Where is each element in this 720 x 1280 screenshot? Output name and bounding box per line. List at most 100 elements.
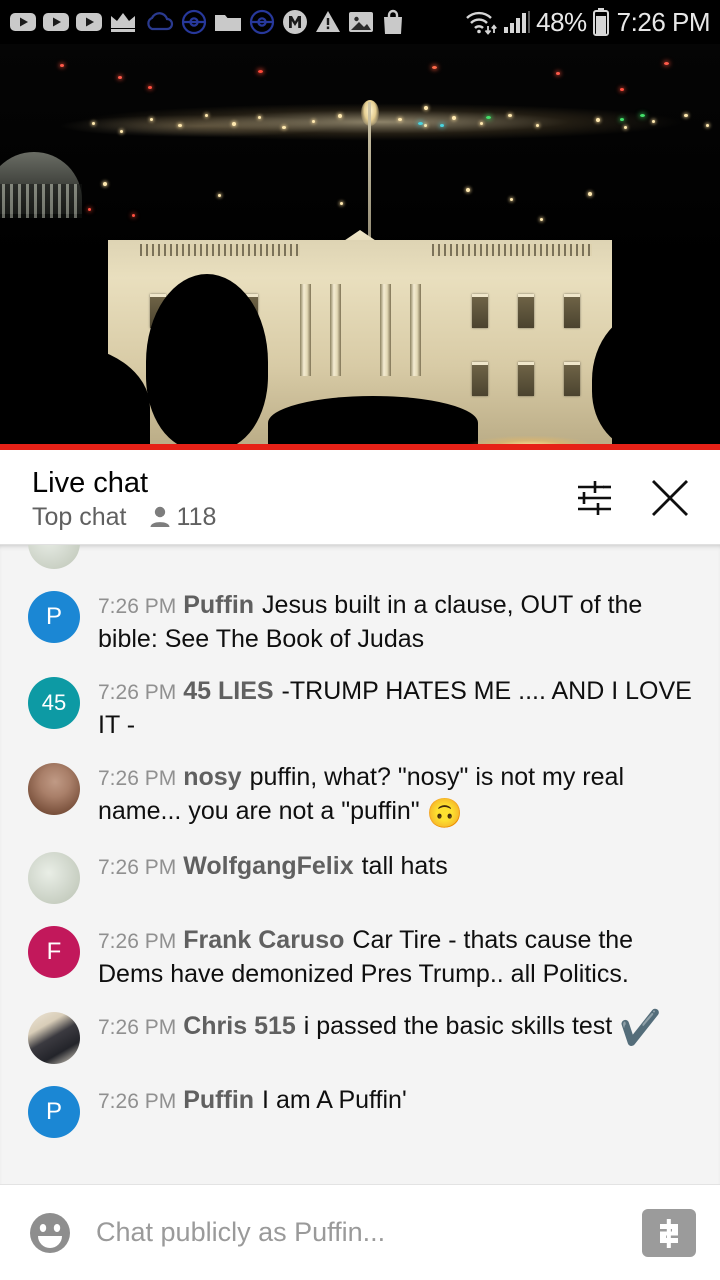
message-text: tall hats: [361, 852, 448, 880]
status-bar: 48% 7:26 PM: [0, 0, 720, 44]
message-body: 7:26 PM WolfgangFelix tall hats: [98, 850, 702, 884]
youtube-icon-2: [43, 13, 69, 31]
avatar[interactable]: 45: [28, 677, 80, 729]
avatar[interactable]: [28, 1012, 80, 1064]
message-author[interactable]: Puffin: [183, 1086, 254, 1114]
battery-icon: [592, 8, 609, 36]
image-icon: [349, 12, 373, 32]
message-body: 7:26 PM Frank Caruso Car Tire - thats caus…: [98, 924, 702, 990]
warning-icon: [316, 11, 340, 32]
message-timestamp: 7:26 PM: [98, 930, 177, 953]
close-icon: [652, 480, 688, 516]
wifi-icon: [466, 11, 498, 35]
avatar[interactable]: P: [28, 591, 80, 643]
list-item[interactable]: P 7:26 PM Puffin Jesus built in a clause, …: [0, 579, 720, 665]
message-author[interactable]: 45 LIES: [183, 677, 273, 705]
status-bar-clock: 7:26 PM: [616, 6, 711, 37]
message-text: I am A Puffin': [262, 1086, 407, 1114]
tree-right: [592, 310, 710, 450]
list-item[interactable]: 7:26 PM Chris 515 i passed the basic skill…: [0, 1000, 720, 1074]
facade-window: [564, 294, 580, 328]
list-item[interactable]: 7:26 PM nosy puffin, what? "nosy" is not m…: [0, 751, 720, 840]
balustrade-left: [140, 244, 300, 256]
portico-column: [380, 284, 391, 376]
list-item[interactable]: [0, 545, 720, 579]
shopping-bag-icon: [384, 9, 402, 34]
live-chat-subline: Top chat 118: [32, 502, 216, 532]
avatar[interactable]: [28, 852, 80, 904]
emoji-smiley-icon: [30, 1212, 70, 1253]
chat-settings-button[interactable]: [570, 474, 618, 522]
avatar[interactable]: F: [28, 926, 80, 978]
pokeball-icon-2: [249, 9, 275, 35]
facade-window: [472, 294, 488, 328]
video-player[interactable]: [0, 44, 720, 450]
viewer-count-label: 118: [176, 502, 217, 531]
portico-column: [410, 284, 421, 376]
person-icon: [150, 506, 170, 527]
message-timestamp: 7:26 PM: [98, 681, 177, 704]
youtube-live-chat-screen: 48% 7:26 PM Live chat Top chat 118 P 7:2…: [0, 0, 720, 1280]
youtube-icon-1: [10, 13, 36, 31]
list-item[interactable]: P 7:26 PM Puffin I am A Puffin': [0, 1074, 720, 1148]
facade-window: [518, 362, 534, 396]
close-chat-button[interactable]: [646, 474, 694, 522]
super-chat-dollar-icon: [660, 1218, 678, 1248]
portico-column: [330, 284, 341, 376]
flagpole: [368, 102, 371, 252]
facade-window: [518, 294, 534, 328]
message-author[interactable]: Frank Caruso: [183, 926, 344, 954]
crown-icon: [111, 13, 135, 32]
video-progress-bar[interactable]: [0, 444, 720, 450]
super-chat-button[interactable]: [642, 1208, 696, 1257]
pokeball-icon-1: [181, 9, 207, 35]
message-timestamp: 7:26 PM: [98, 595, 177, 618]
cloud-icon: [147, 12, 174, 31]
facade-window: [564, 362, 580, 396]
message-timestamp: 7:26 PM: [98, 767, 177, 790]
chat-mode-label[interactable]: Top chat: [32, 502, 127, 532]
message-timestamp: 7:26 PM: [98, 1090, 177, 1113]
avatar-initial: P: [45, 603, 62, 630]
message-author[interactable]: WolfgangFelix: [183, 852, 353, 880]
cellular-signal-icon: [504, 11, 531, 33]
live-chat-header-text: Live chat Top chat 118: [32, 462, 216, 532]
message-timestamp: 7:26 PM: [98, 1016, 177, 1039]
battery-percent-label: 48%: [536, 6, 587, 37]
message-body: 7:26 PM Puffin I am A Puffin': [98, 1084, 702, 1118]
avatar[interactable]: P: [28, 1086, 80, 1138]
list-item[interactable]: 7:26 PM WolfgangFelix tall hats: [0, 840, 720, 914]
youtube-icon-3: [76, 13, 102, 31]
folder-icon: [215, 15, 241, 31]
message-author[interactable]: Puffin: [183, 591, 254, 619]
message-body: 7:26 PM Puffin Jesus built in a clause, OU…: [98, 589, 702, 655]
video-frame-white-house-night: [0, 44, 720, 450]
message-timestamp: 7:26 PM: [98, 856, 177, 879]
page-title: Live chat: [32, 467, 149, 499]
emoji-picker-button[interactable]: [26, 1209, 74, 1257]
chat-input[interactable]: [96, 1217, 620, 1248]
viewer-count: 118: [149, 502, 217, 532]
chat-settings-sliders-icon: [578, 481, 611, 515]
balustrade-right: [432, 244, 592, 256]
message-text: Jesus built in a clause, OUT of the bibl…: [98, 591, 643, 653]
portico-column: [300, 284, 311, 376]
avatar[interactable]: [28, 763, 80, 815]
status-bar-system-icons: 48% 7:26 PM: [464, 6, 711, 38]
message-author[interactable]: nosy: [183, 763, 241, 791]
tree-left: [146, 274, 268, 450]
avatar[interactable]: [28, 545, 80, 569]
facade-window: [472, 362, 488, 396]
message-author[interactable]: Chris 515: [183, 1012, 296, 1040]
message-body: 7:26 PM Chris 515 i passed the basic skill…: [98, 1009, 662, 1047]
chat-composer: [0, 1184, 720, 1280]
upside-down-face-emoji: 🙃: [426, 798, 463, 830]
status-bar-notification-icons: [10, 9, 405, 35]
list-item[interactable]: F 7:26 PM Frank Caruso Car Tire - thats ca…: [0, 914, 720, 1000]
m-badge-icon: [283, 10, 307, 34]
live-chat-header: Live chat Top chat 118: [0, 450, 720, 544]
avatar-initial: 45: [41, 690, 67, 715]
avatar-initial: P: [45, 1098, 62, 1125]
list-item[interactable]: 45 7:26 PM 45 LIES -TRUMP HATES ME .... AN…: [0, 665, 720, 751]
live-chat-message-list[interactable]: P 7:26 PM Puffin Jesus built in a clause, …: [0, 544, 720, 1184]
